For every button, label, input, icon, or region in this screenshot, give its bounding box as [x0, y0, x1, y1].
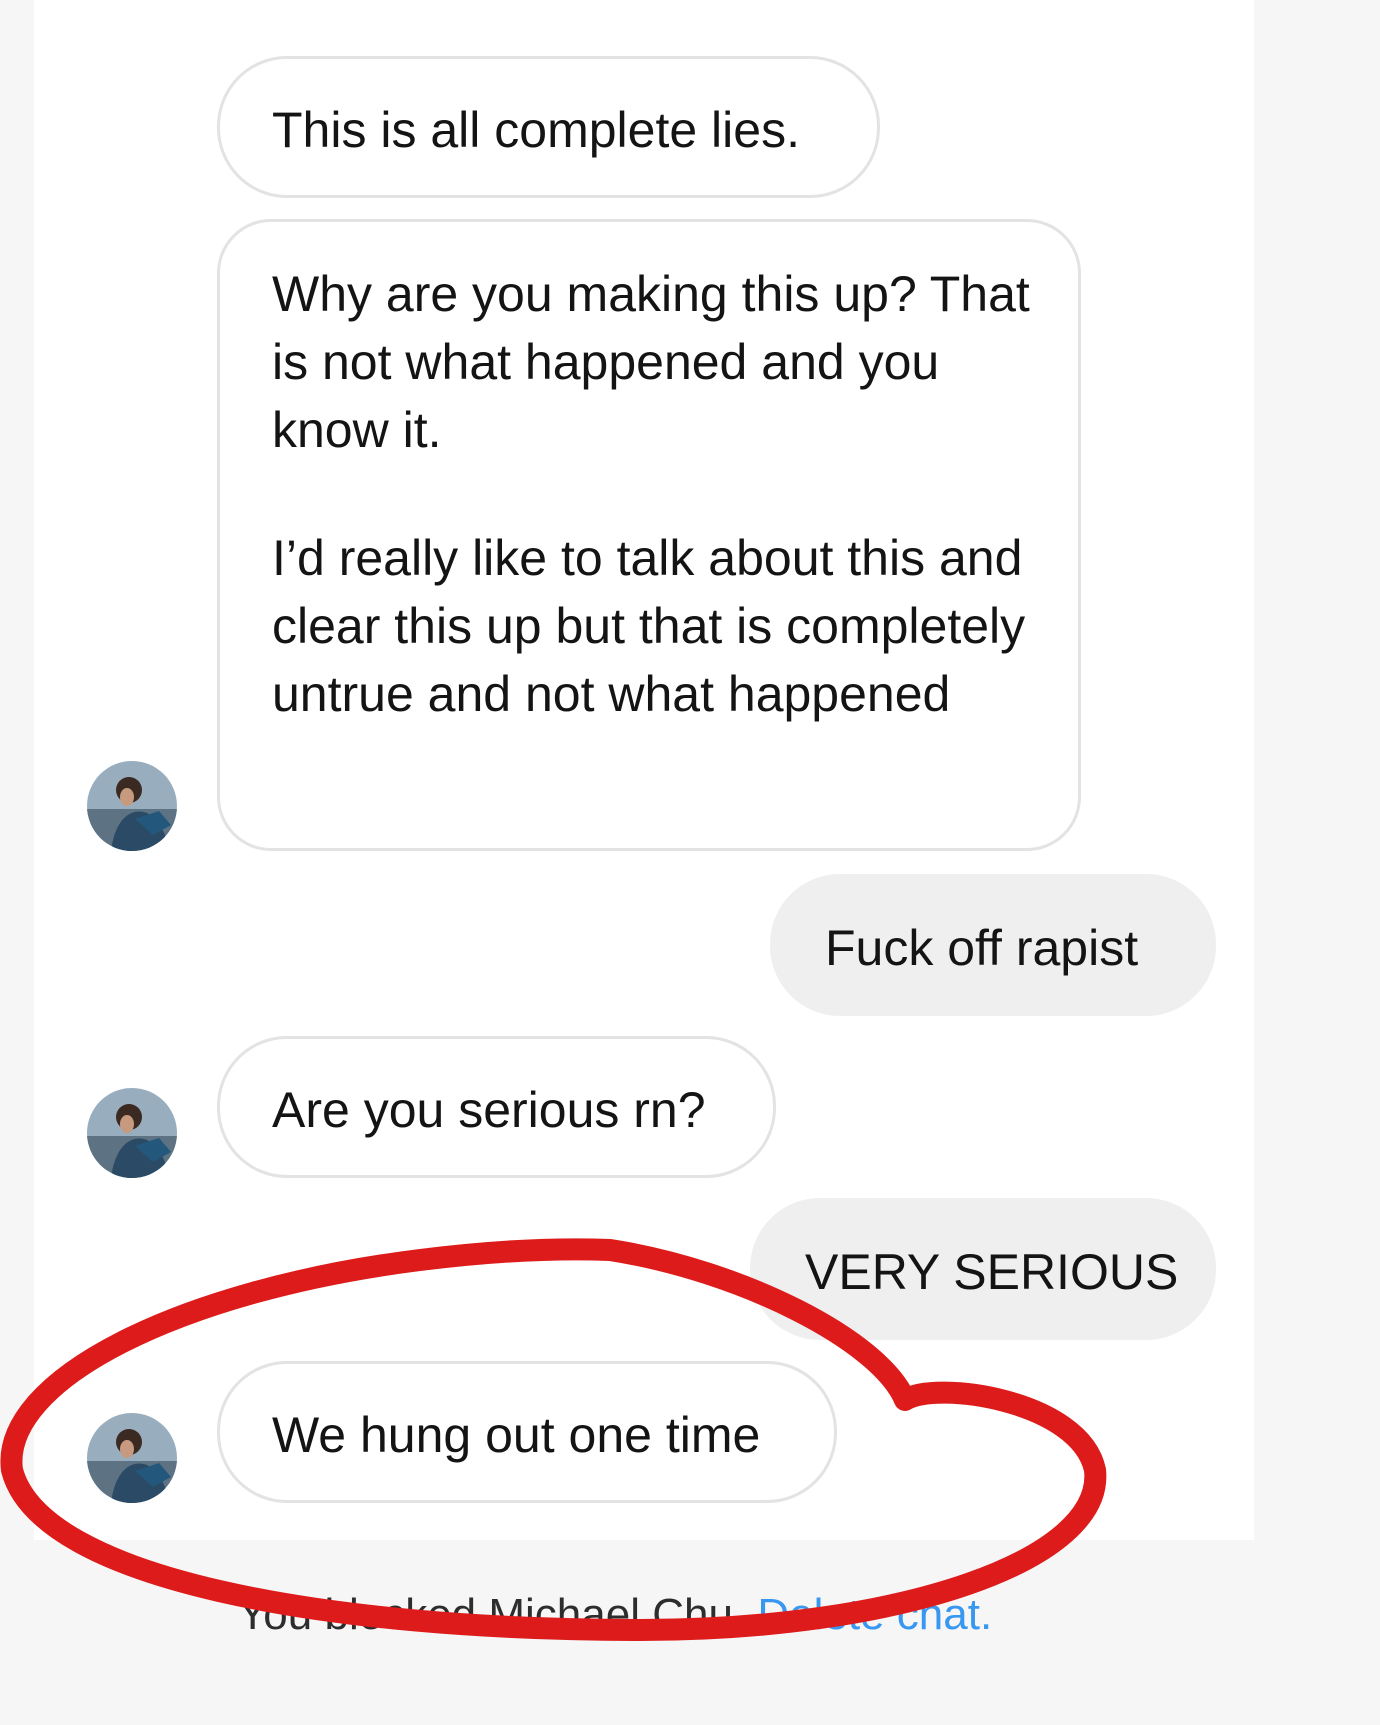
message-bubble-received[interactable]: Are you serious rn? [217, 1036, 776, 1178]
message-bubble-sent[interactable]: VERY SERIOUS [750, 1198, 1216, 1340]
message-bubble-received[interactable]: This is all complete lies. [217, 56, 880, 198]
message-bubble-sent[interactable]: Fuck off rapist [770, 874, 1216, 1016]
avatar[interactable] [87, 761, 177, 851]
avatar[interactable] [87, 1088, 177, 1178]
blocked-notice: You blocked Michael Chu. Delete chat. [238, 1590, 992, 1640]
message-bubble-received[interactable]: Why are you making this up? That is not … [217, 219, 1081, 851]
message-text: I’d really like to talk about this and c… [272, 530, 1026, 722]
blocked-status-text: You blocked Michael Chu. [238, 1590, 746, 1639]
message-text: Are you serious rn? [272, 1082, 706, 1138]
message-text: Why are you making this up? That is not … [272, 266, 1030, 458]
delete-chat-link[interactable]: Delete chat. [757, 1590, 992, 1639]
avatar[interactable] [87, 1413, 177, 1503]
message-text: VERY SERIOUS [805, 1244, 1179, 1300]
message-text: This is all complete lies. [272, 102, 800, 158]
message-text: Fuck off rapist [825, 920, 1139, 976]
message-bubble-received[interactable]: We hung out one time [217, 1361, 837, 1503]
message-text: We hung out one time [272, 1407, 761, 1463]
